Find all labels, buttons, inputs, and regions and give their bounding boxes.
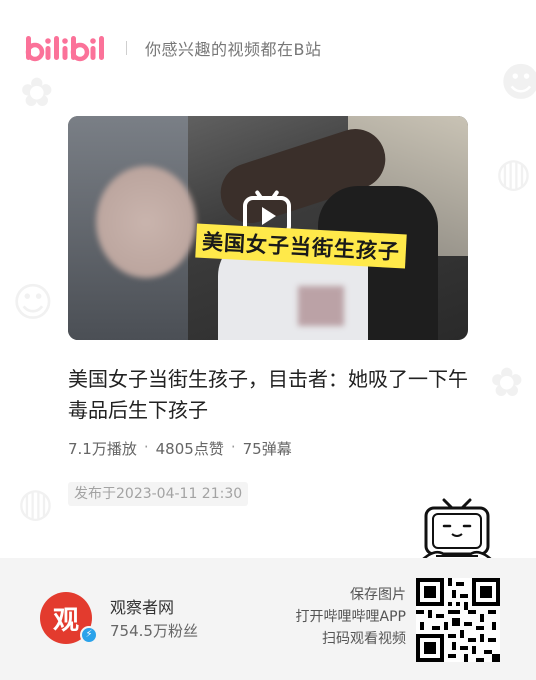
- mosaic-blur: [96, 166, 196, 278]
- like-count: 4805点赞: [155, 440, 224, 458]
- publish-time: 发布于2023-04-11 21:30: [68, 482, 249, 506]
- bilibili-logo[interactable]: [24, 30, 108, 66]
- avatar-glyph: 观: [52, 605, 79, 636]
- share-card-footer: 观 ⚡ 观察者网 754.5万粉丝 保存图片 打开哔哩哔哩APP 扫码观看视频: [0, 558, 536, 680]
- background-doodle: ✿: [490, 360, 524, 406]
- background-doodle: ☺: [12, 280, 54, 326]
- save-line: 保存图片: [350, 587, 406, 603]
- play-count: 7.1万播放: [68, 440, 137, 458]
- header-slogan: 你感兴趣的视频都在B站: [145, 40, 322, 59]
- danmaku-count: 75弹幕: [242, 440, 292, 458]
- bilibili-logo-icon: [25, 36, 104, 62]
- play-triangle-icon: [261, 207, 276, 225]
- stats-separator: ·: [230, 438, 236, 456]
- video-stats: 7.1万播放 · 4805点赞 · 75弹幕: [68, 438, 292, 459]
- stats-separator: ·: [143, 438, 149, 456]
- video-thumbnail[interactable]: 美国女子当街生孩子: [68, 116, 468, 340]
- save-line: 扫码观看视频: [322, 631, 406, 647]
- verify-badge-icon: ⚡: [80, 626, 98, 644]
- background-doodle: ◍: [18, 480, 53, 526]
- video-title[interactable]: 美国女子当街生孩子，目击者：她吸了一下午毒品后生下孩子: [68, 364, 468, 426]
- background-doodle: ◍: [496, 150, 531, 196]
- share-card-header: 你感兴趣的视频都在B站: [24, 22, 514, 74]
- qr-code[interactable]: [416, 578, 500, 662]
- save-line: 打开哔哩哔哩APP: [295, 609, 406, 625]
- author-name[interactable]: 观察者网: [110, 594, 174, 618]
- header-divider: [126, 41, 127, 55]
- save-instructions: 保存图片 打开哔哩哔哩APP 扫码观看视频: [296, 584, 406, 650]
- background-doodle: ✿: [20, 70, 54, 116]
- mosaic-blur: [298, 286, 344, 326]
- author-fans: 754.5万粉丝: [110, 622, 198, 640]
